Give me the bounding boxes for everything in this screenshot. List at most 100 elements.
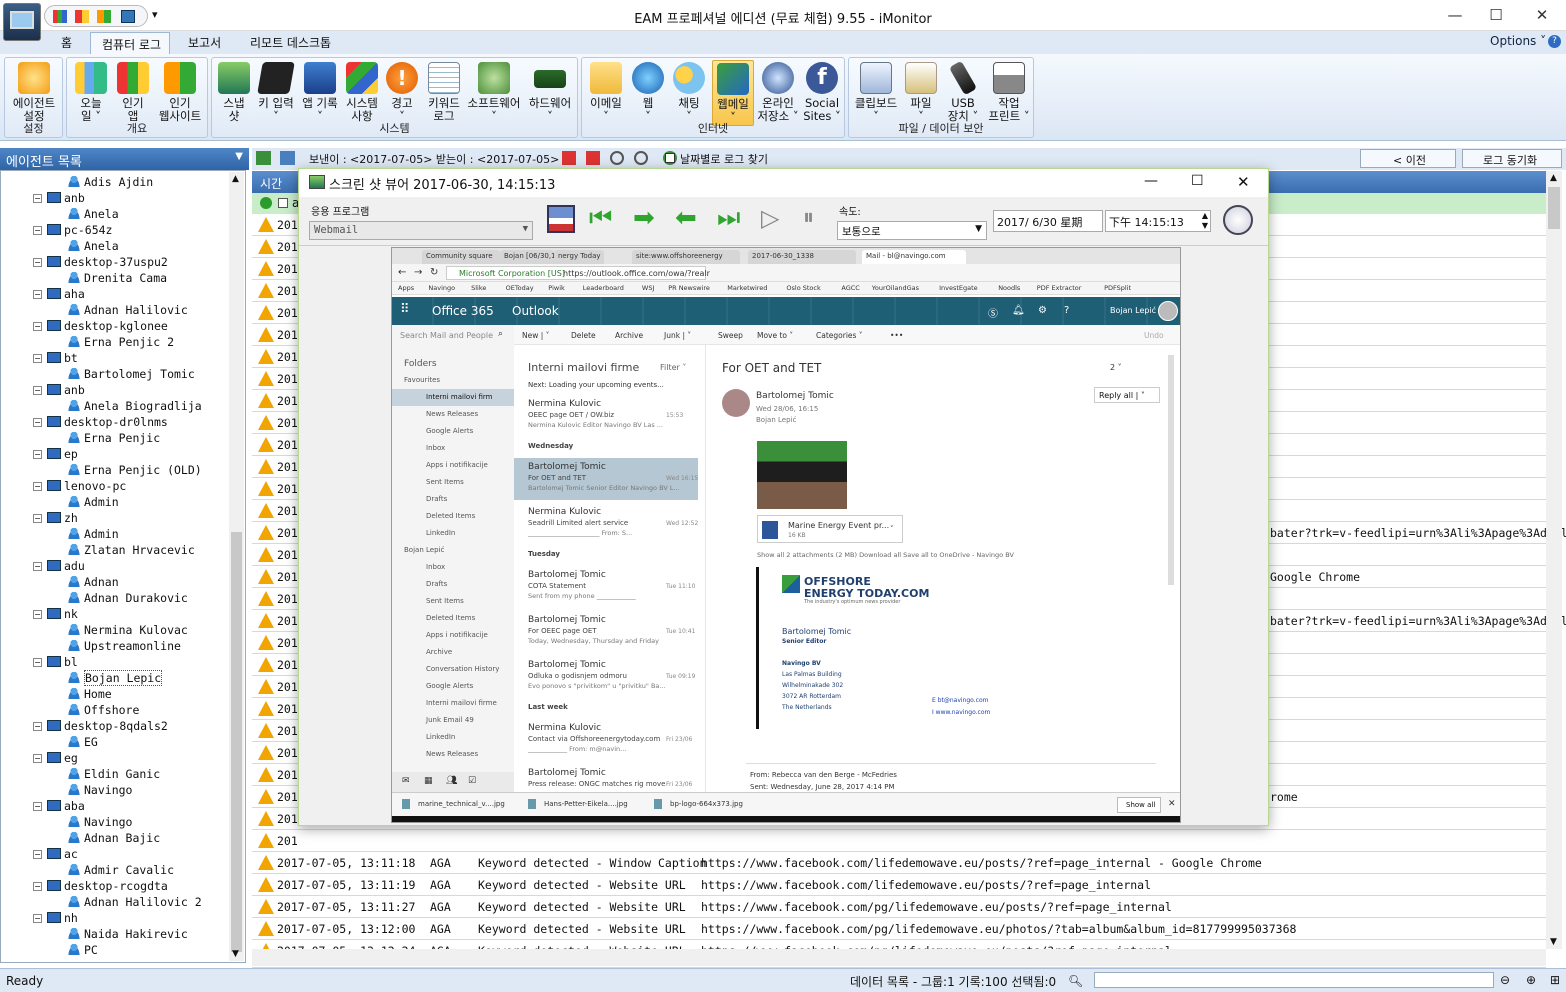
- today-button[interactable]: 오늘 일 ˅: [69, 60, 113, 123]
- folder-item[interactable]: Junk Email 49: [426, 716, 474, 724]
- collapse-icon[interactable]: −: [33, 450, 42, 459]
- export-icon[interactable]: [256, 151, 271, 165]
- previous-icon[interactable]: ⬅︎: [675, 203, 697, 233]
- collapse-icon[interactable]: −: [33, 658, 42, 667]
- group-expand-icon[interactable]: [260, 197, 272, 209]
- zoom-out-icon[interactable]: ⊖: [1500, 973, 1510, 987]
- tree-user-node[interactable]: Erna Penjic: [51, 431, 160, 445]
- mail-command[interactable]: •••: [890, 331, 903, 340]
- browser-tab[interactable]: Community square: [422, 250, 500, 264]
- table-row[interactable]: 2017-07-05, 13:12:00 AGA Keyword detected …: [252, 918, 1546, 940]
- browser-tab[interactable]: 2017-06-30_1338: [748, 250, 856, 264]
- app-filter-select[interactable]: Webmail ▼: [309, 221, 533, 240]
- collapse-icon[interactable]: −: [33, 290, 42, 299]
- bookmark-link[interactable]: InvestEgate: [939, 284, 978, 292]
- system-button[interactable]: 시스템 사항: [342, 60, 382, 123]
- keyword-log-button[interactable]: 키워드 로그: [422, 60, 466, 123]
- bookmark-link[interactable]: PDF Extractor: [1037, 284, 1082, 292]
- url-field[interactable]: Microsoft Corporation [US] https://outlo…: [446, 266, 710, 280]
- tree-user-node[interactable]: Naida Hakirevic: [51, 927, 188, 941]
- group-checkbox[interactable]: [278, 198, 288, 208]
- tab-computer-log[interactable]: 컴퓨터 로그: [90, 32, 170, 55]
- mail-search-box[interactable]: Search Mail and People ⌕: [392, 325, 514, 345]
- top-websites-button[interactable]: 인기 웹사이트: [153, 60, 207, 123]
- folder-item[interactable]: LinkedIn: [426, 733, 455, 741]
- tree-computer-node[interactable]: desktop-rcogdta: [31, 879, 168, 893]
- tree-user-node[interactable]: PC: [51, 943, 98, 957]
- attachment-card[interactable]: Marine Energy Event pr... 16 KB ˅: [757, 515, 903, 543]
- web-button[interactable]: 웹 ˅: [628, 60, 668, 123]
- tree-user-node[interactable]: Home: [51, 687, 112, 701]
- print-job-button[interactable]: 작업 프린트 ˅: [985, 60, 1033, 123]
- table-row[interactable]: 2017-07-05, 13:11:18 AGA Keyword detected …: [252, 852, 1546, 874]
- speed-select[interactable]: 보통으로 ▼: [837, 221, 987, 240]
- collapse-icon[interactable]: −: [33, 482, 42, 491]
- collapse-icon[interactable]: −: [33, 514, 42, 523]
- reply-all-button[interactable]: Reply all | ˅: [1094, 387, 1160, 403]
- bookmark-link[interactable]: Leaderboard: [583, 284, 624, 292]
- collapse-icon[interactable]: −: [33, 386, 42, 395]
- tree-user-node[interactable]: Anela: [51, 207, 119, 221]
- mail-command[interactable]: Archive: [615, 331, 643, 340]
- go-to-time-icon[interactable]: [1223, 205, 1253, 235]
- last-frame-icon[interactable]: ⏭︎: [717, 203, 740, 233]
- tab-reports[interactable]: 보고서: [188, 34, 221, 51]
- download-item[interactable]: Hans-Petter-Eikela....jpg: [544, 800, 628, 808]
- tree-user-node[interactable]: Adnan Halilovic: [51, 303, 188, 317]
- settings-gear-icon[interactable]: ⚙︎: [1038, 305, 1047, 316]
- signature-email[interactable]: E bt@navingo.com: [932, 697, 988, 704]
- show-all-downloads-button[interactable]: Show all: [1117, 797, 1161, 813]
- top-apps-button[interactable]: 인기 앱: [113, 60, 153, 123]
- pause-icon[interactable]: ⏸︎: [803, 203, 814, 233]
- message-item[interactable]: Bartolomej Tomic For OEEC page OET Today, …: [514, 611, 698, 653]
- collapse-icon[interactable]: −: [33, 562, 42, 571]
- folder-item[interactable]: Inbox: [426, 444, 445, 452]
- viewer-maximize-button[interactable]: ☐: [1191, 173, 1204, 189]
- bookmark-link[interactable]: Marketwired: [727, 284, 767, 292]
- grid-horizontal-scrollbar[interactable]: [252, 949, 1546, 966]
- avatar[interactable]: [1158, 301, 1178, 321]
- collapse-icon[interactable]: −: [33, 610, 42, 619]
- table-row[interactable]: 201: [252, 830, 1546, 852]
- message-item[interactable]: Nermina Kulovic OEEC page OET / OW.biz Ner…: [514, 395, 698, 437]
- maximize-button[interactable]: ☐: [1481, 6, 1511, 24]
- options-menu[interactable]: Options ˅: [1490, 34, 1546, 48]
- tree-user-node[interactable]: Navingo: [51, 815, 132, 829]
- snapshot-button[interactable]: 스냅 샷: [214, 60, 254, 123]
- attachment-actions[interactable]: Show all 2 attachments (2 MB) Download a…: [757, 551, 1014, 559]
- scroll-up-icon[interactable]: ▲: [1550, 173, 1557, 183]
- tree-user-node[interactable]: Erna Penjic 2: [51, 335, 174, 349]
- tree-computer-node[interactable]: desktop-dr0lnms: [31, 415, 168, 429]
- bookmark-link[interactable]: WSJ: [642, 284, 654, 292]
- calendar-icon[interactable]: ▦: [424, 776, 433, 786]
- save-icon[interactable]: [547, 205, 575, 233]
- folder-item[interactable]: News Releases: [426, 750, 478, 758]
- app-launcher-icon[interactable]: ⠿: [400, 302, 410, 317]
- bookmark-link[interactable]: Apps: [398, 284, 414, 292]
- agent-tree[interactable]: Adis Ajdin anb − Anela pc-654z − Anela desktop-…: [0, 170, 246, 963]
- bookmark-link[interactable]: Noodls: [998, 284, 1020, 292]
- tree-user-node[interactable]: Adnan: [51, 575, 119, 589]
- tree-user-node[interactable]: Admin: [51, 527, 119, 541]
- reload-icon[interactable]: ↻: [430, 267, 438, 278]
- viewer-close-button[interactable]: ✕: [1237, 173, 1250, 191]
- tree-user-node[interactable]: Adnan Bajic: [51, 831, 160, 845]
- hardware-button[interactable]: 하드웨어 ˅: [522, 60, 578, 123]
- report-icon[interactable]: [97, 10, 111, 23]
- tree-scrollbar[interactable]: ▲ ▼: [229, 172, 244, 961]
- time-picker[interactable]: 下午 14:15:13 ▲ ▼: [1105, 210, 1211, 232]
- folder-item[interactable]: Deleted Items: [426, 614, 475, 622]
- snapshot-small-icon[interactable]: [280, 151, 295, 165]
- zoom-in-icon[interactable]: ⊕: [1526, 973, 1536, 987]
- captured-screenshot[interactable]: Community squareBojan [06/30,14:15:13]ne…: [391, 247, 1181, 823]
- folder-item[interactable]: Archive: [426, 648, 452, 656]
- find-by-date-checkbox[interactable]: [665, 153, 675, 163]
- message-item[interactable]: Bartolomej Tomic For OET and TET Bartolome…: [514, 458, 698, 500]
- chevron-down-icon[interactable]: ˅: [890, 525, 894, 533]
- webmail-button[interactable]: 웹메일 ˅: [712, 60, 754, 126]
- tree-user-node[interactable]: Drenita Cama: [51, 271, 167, 285]
- online-storage-button[interactable]: 온라인 저장소 ˅: [756, 60, 800, 123]
- download-item[interactable]: marine_technical_v....jpg: [418, 800, 505, 808]
- collapse-icon[interactable]: −: [33, 418, 42, 427]
- folder-item[interactable]: Sent Items: [426, 478, 464, 486]
